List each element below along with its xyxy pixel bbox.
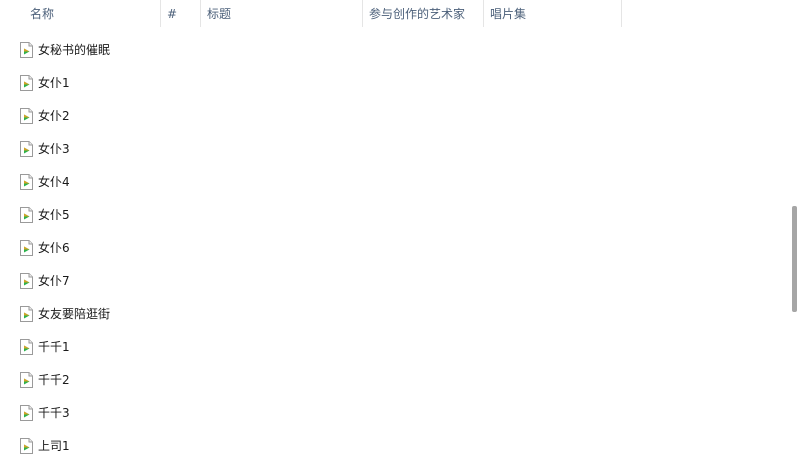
file-name: 女仆6 (38, 241, 70, 255)
file-name: 女友要陪逛街 (38, 307, 111, 321)
media-file-icon (20, 339, 33, 355)
file-name: 女仆2 (38, 109, 70, 123)
column-header-name-label: 名称 (30, 7, 55, 21)
column-header-artist-label: 参与创作的艺术家 (369, 7, 466, 21)
file-row[interactable]: 千千1 (0, 331, 788, 364)
file-row[interactable]: 女仆3 (0, 133, 788, 166)
media-file-icon (20, 306, 33, 322)
file-name: 千千2 (38, 373, 70, 387)
file-name: 千千1 (38, 340, 70, 354)
media-file-icon (20, 75, 33, 91)
file-row[interactable]: 女仆4 (0, 166, 788, 199)
media-file-icon (20, 207, 33, 223)
media-file-icon (20, 240, 33, 256)
file-row[interactable]: 女仆6 (0, 232, 788, 265)
column-separator[interactable] (621, 0, 622, 27)
column-header-bar: 名称 ^ # 标题 参与创作的艺术家 唱片集 (0, 0, 788, 27)
file-name: 女仆7 (38, 274, 70, 288)
vertical-scrollbar[interactable] (788, 0, 800, 464)
file-row[interactable]: 千千2 (0, 364, 788, 397)
file-list: 女秘书的催眠 女仆1 女仆2 女仆3 女仆4 女仆5 女仆6 女仆7 女友要陪逛… (0, 34, 788, 463)
column-header-name[interactable]: 名称 ^ (24, 0, 161, 27)
column-header-number-label: # (167, 7, 178, 21)
file-row[interactable]: 女仆5 (0, 199, 788, 232)
sort-ascending-icon: ^ (111, 0, 121, 7)
file-name: 女秘书的催眠 (38, 43, 111, 57)
media-file-icon (20, 174, 33, 190)
media-file-icon (20, 141, 33, 157)
column-header-album[interactable]: 唱片集 (484, 0, 622, 27)
file-name: 女仆4 (38, 175, 70, 189)
column-header-artist[interactable]: 参与创作的艺术家 (363, 0, 484, 27)
file-row[interactable]: 女仆7 (0, 265, 788, 298)
column-header-title-label: 标题 (207, 7, 232, 21)
file-name: 女仆1 (38, 76, 70, 90)
file-name: 女仆5 (38, 208, 70, 222)
media-file-icon (20, 438, 33, 454)
file-row[interactable]: 女秘书的催眠 (0, 34, 788, 67)
column-header-title[interactable]: 标题 (201, 0, 363, 27)
media-file-icon (20, 42, 33, 58)
file-row[interactable]: 千千3 (0, 397, 788, 430)
file-row[interactable]: 女友要陪逛街 (0, 298, 788, 331)
file-name: 上司1 (38, 439, 70, 453)
scrollbar-thumb[interactable] (792, 206, 797, 312)
file-row[interactable]: 女仆2 (0, 100, 788, 133)
file-name: 千千3 (38, 406, 70, 420)
column-header-number[interactable]: # (161, 0, 201, 27)
column-header-album-label: 唱片集 (490, 7, 527, 21)
file-list-window: 名称 ^ # 标题 参与创作的艺术家 唱片集 女秘书的催眠 女仆1 女仆2 女仆… (0, 0, 800, 464)
file-name: 女仆3 (38, 142, 70, 156)
media-file-icon (20, 405, 33, 421)
file-row[interactable]: 上司1 (0, 430, 788, 463)
media-file-icon (20, 108, 33, 124)
file-row[interactable]: 女仆1 (0, 67, 788, 100)
media-file-icon (20, 273, 33, 289)
media-file-icon (20, 372, 33, 388)
